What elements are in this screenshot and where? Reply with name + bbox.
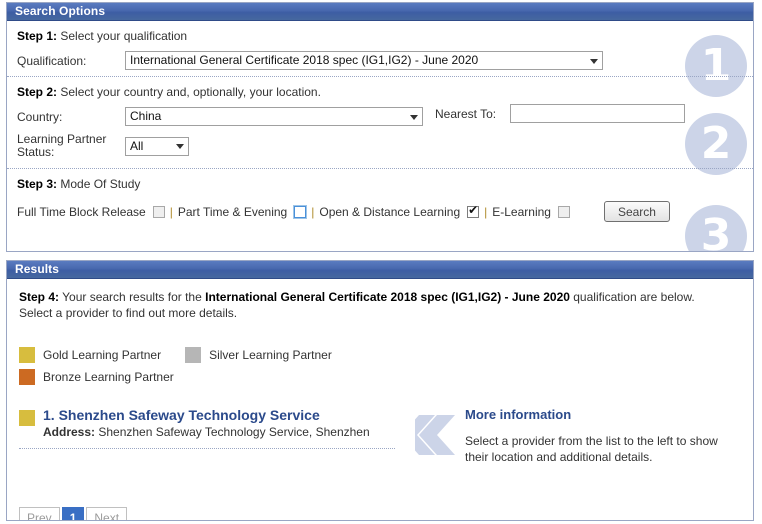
- checkbox-full-time-block-release[interactable]: [153, 206, 165, 218]
- nearest-to-input[interactable]: [510, 104, 685, 123]
- search-button-wrapper: Search: [604, 201, 670, 222]
- step-2-text: Select your country and, optionally, you…: [57, 85, 321, 99]
- step-1-section: Step 1: Select your qualification Qualif…: [7, 21, 753, 77]
- step-4-suffix: qualification are below.: [570, 290, 695, 304]
- qualification-selected-value: International General Certificate 2018 s…: [130, 53, 478, 67]
- search-button[interactable]: Search: [604, 201, 670, 222]
- qualification-row: Qualification: International General Cer…: [17, 51, 743, 70]
- mode-separator: |: [170, 205, 173, 219]
- list-item[interactable]: 1. Shenzhen Safeway Technology Service A…: [19, 407, 395, 449]
- country-selected-value: China: [130, 109, 161, 123]
- legend-label-bronze: Bronze Learning Partner: [43, 370, 174, 384]
- step-1-label: Step 1:: [17, 29, 57, 43]
- results-header: Results: [7, 261, 753, 279]
- gold-swatch: [19, 347, 35, 363]
- country-label: Country:: [17, 110, 125, 124]
- result-address: Address: Shenzhen Safeway Technology Ser…: [43, 425, 370, 440]
- chevron-down-icon: [176, 144, 184, 149]
- legend-label-gold: Gold Learning Partner: [43, 348, 161, 362]
- learning-partner-status-label: Learning Partner Status:: [17, 133, 125, 159]
- double-chevron-left-icon: [415, 413, 461, 457]
- qualification-label: Qualification:: [17, 54, 125, 68]
- more-information-title: More information: [465, 407, 735, 422]
- legend-item-silver: Silver Learning Partner: [185, 347, 332, 363]
- legend-row: Bronze Learning Partner: [19, 369, 741, 385]
- nearest-to-group: Nearest To:: [435, 104, 685, 123]
- legend-item-bronze: Bronze Learning Partner: [19, 369, 174, 385]
- mode-separator: |: [311, 205, 314, 219]
- step-2-label: Step 2:: [17, 85, 57, 99]
- mode-separator: |: [484, 205, 487, 219]
- chevron-down-icon: [590, 59, 598, 64]
- results-panel: Results i Step 4: Your search results fo…: [6, 260, 754, 521]
- mode-of-study-row: Full Time Block Release | Part Time & Ev…: [17, 201, 743, 222]
- legend: Gold Learning Partner Silver Learning Pa…: [19, 347, 741, 385]
- country-select[interactable]: China: [125, 107, 423, 126]
- checkbox-open-distance-learning[interactable]: [467, 206, 479, 218]
- results-body: i Step 4: Your search results for the In…: [7, 279, 753, 520]
- step-3-text: Mode Of Study: [57, 177, 140, 191]
- pagination-next-button[interactable]: Next: [86, 507, 127, 521]
- checkbox-part-time-evening[interactable]: [294, 206, 306, 218]
- step-2-section: Step 2: Select your country and, optiona…: [7, 77, 753, 169]
- step-1-title: Step 1: Select your qualification: [17, 29, 743, 43]
- mode-label-e-learning: E-Learning: [492, 205, 551, 219]
- bronze-swatch: [19, 369, 35, 385]
- step-4-qualification: International General Certificate 2018 s…: [205, 290, 570, 304]
- pagination: Prev 1 Next: [19, 507, 129, 521]
- mode-label-open-distance-learning: Open & Distance Learning: [319, 205, 460, 219]
- chevron-down-icon: [410, 115, 418, 120]
- step-1-text: Select your qualification: [57, 29, 187, 43]
- checkbox-e-learning[interactable]: [558, 206, 570, 218]
- learning-partner-status-row: Learning Partner Status: All: [17, 133, 743, 159]
- learning-partner-status-select[interactable]: All: [125, 137, 189, 156]
- step-2-title: Step 2: Select your country and, optiona…: [17, 85, 743, 99]
- step-4-prefix: Your search results for the: [59, 290, 205, 304]
- legend-label-silver: Silver Learning Partner: [209, 348, 332, 362]
- step-3-section: Step 3: Mode Of Study Full Time Block Re…: [7, 169, 753, 233]
- legend-item-gold: Gold Learning Partner: [19, 347, 161, 363]
- pagination-page-1[interactable]: 1: [62, 507, 85, 521]
- more-information-text: Select a provider from the list to the l…: [465, 433, 735, 465]
- silver-swatch: [185, 347, 201, 363]
- mode-label-part-time-evening: Part Time & Evening: [178, 205, 287, 219]
- step-4-description: Step 4: Your search results for the Inte…: [19, 289, 735, 321]
- search-options-header: Search Options: [7, 3, 753, 21]
- search-options-panel: Search Options 1 2 3 Step 1: Select your…: [6, 2, 754, 252]
- step-3-label: Step 3:: [17, 177, 57, 191]
- step-3-title: Step 3: Mode Of Study: [17, 177, 743, 191]
- legend-row: Gold Learning Partner Silver Learning Pa…: [19, 347, 741, 363]
- nearest-to-label: Nearest To:: [435, 107, 496, 121]
- page-root: Search Options 1 2 3 Step 1: Select your…: [0, 0, 762, 524]
- result-tier-swatch: [19, 410, 35, 426]
- result-body: 1. Shenzhen Safeway Technology Service A…: [43, 407, 370, 440]
- search-options-body: 1 2 3 Step 1: Select your qualification …: [7, 21, 753, 251]
- step-4-line2: Select a provider to find out more detai…: [19, 306, 237, 320]
- result-title[interactable]: 1. Shenzhen Safeway Technology Service: [43, 407, 370, 424]
- more-information-pane: More information Select a provider from …: [415, 407, 735, 465]
- results-columns: 1. Shenzhen Safeway Technology Service A…: [19, 407, 741, 465]
- mode-label-full-time-block-release: Full Time Block Release: [17, 205, 146, 219]
- learning-partner-status-value: All: [130, 139, 143, 153]
- results-list: 1. Shenzhen Safeway Technology Service A…: [19, 407, 395, 465]
- pagination-prev-button[interactable]: Prev: [19, 507, 60, 521]
- qualification-select[interactable]: International General Certificate 2018 s…: [125, 51, 603, 70]
- result-address-label: Address:: [43, 425, 95, 439]
- result-address-value: Shenzhen Safeway Technology Service, She…: [95, 425, 370, 439]
- step-4-label: Step 4:: [19, 290, 59, 304]
